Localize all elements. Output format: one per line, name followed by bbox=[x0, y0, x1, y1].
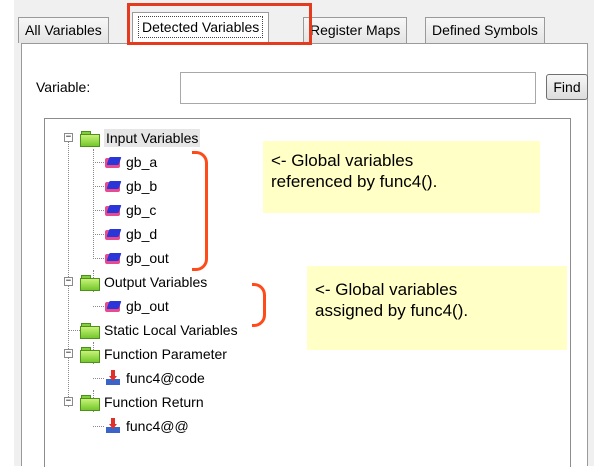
variable-icon bbox=[105, 299, 122, 313]
tree-item[interactable]: gb_c bbox=[105, 198, 156, 222]
tab-all-variables[interactable]: All Variables bbox=[18, 17, 109, 43]
variable-icon bbox=[105, 251, 122, 265]
input-branch-line bbox=[93, 149, 94, 259]
input-bracket bbox=[192, 151, 208, 271]
tree-node-label: Output Variables bbox=[104, 274, 208, 290]
variable-icon bbox=[105, 203, 122, 217]
tree-node-function-parameter[interactable]: Function Parameter bbox=[80, 342, 227, 366]
tree-node-input-variables[interactable]: Input Variables bbox=[80, 126, 201, 150]
tree-node-label: Input Variables bbox=[104, 129, 201, 147]
branch-h-line bbox=[93, 210, 104, 211]
variable-icon bbox=[105, 155, 122, 169]
tree-item[interactable]: gb_a bbox=[105, 150, 157, 174]
variable-label: Variable: bbox=[36, 79, 91, 95]
tab-detected-variables-label: Detected Variables bbox=[138, 16, 264, 38]
parameter-icon bbox=[105, 418, 121, 434]
variable-icon bbox=[105, 179, 122, 193]
collapse-icon[interactable]: − bbox=[64, 277, 73, 286]
tab-defined-symbols[interactable]: Defined Symbols bbox=[425, 17, 545, 43]
output-bracket bbox=[252, 283, 266, 327]
parameter-icon bbox=[105, 370, 121, 386]
variable-input[interactable] bbox=[180, 72, 536, 104]
detected-variables-panel: Variable: Find − Input Variables gb_a gb… bbox=[21, 43, 588, 467]
tree-item-label: gb_b bbox=[126, 178, 158, 194]
tree-item-label: func4@@ bbox=[126, 418, 189, 434]
tree-node-function-return[interactable]: Function Return bbox=[80, 390, 204, 414]
branch-h-line bbox=[93, 186, 104, 187]
tree-item[interactable]: gb_out bbox=[105, 246, 169, 270]
folder-icon bbox=[80, 274, 100, 291]
tree-item[interactable]: func4@@ bbox=[105, 414, 189, 438]
tree-item-label: func4@code bbox=[126, 370, 205, 386]
tree-item[interactable]: gb_d bbox=[105, 222, 157, 246]
folder-icon bbox=[80, 346, 100, 363]
tree-node-static-local-variables[interactable]: Static Local Variables bbox=[80, 318, 238, 342]
tree-node-label: Function Parameter bbox=[104, 346, 227, 362]
tree-item[interactable]: gb_out bbox=[105, 294, 169, 318]
tree-item-label: gb_out bbox=[126, 250, 169, 266]
branch-h-line bbox=[93, 426, 104, 427]
collapse-icon[interactable]: − bbox=[64, 133, 73, 142]
branch-h-line bbox=[68, 330, 80, 331]
find-button[interactable]: Find bbox=[546, 74, 588, 100]
tree-node-output-variables[interactable]: Output Variables bbox=[80, 270, 207, 294]
branch-h-line bbox=[93, 258, 104, 259]
branch-h-line bbox=[93, 162, 104, 163]
tree-node-label: Static Local Variables bbox=[104, 322, 238, 338]
tree-item[interactable]: func4@code bbox=[105, 366, 205, 390]
tree-item-label: gb_d bbox=[126, 226, 158, 242]
tree-item-label: gb_out bbox=[126, 298, 169, 314]
tree-node-label: Function Return bbox=[104, 394, 204, 410]
folder-icon bbox=[80, 130, 100, 147]
tree-item[interactable]: gb_b bbox=[105, 174, 157, 198]
tab-detected-variables[interactable]: Detected Variables bbox=[132, 12, 270, 44]
branch-h-line bbox=[93, 306, 104, 307]
tree-root-line bbox=[68, 137, 69, 407]
collapse-icon[interactable]: − bbox=[64, 349, 73, 358]
tab-register-maps[interactable]: Register Maps bbox=[303, 17, 408, 43]
folder-icon bbox=[80, 322, 100, 339]
output-variables-note: <- Global variables assigned by func4(). bbox=[307, 266, 567, 350]
variable-viewer-window: All Variables Detected Variables Registe… bbox=[14, 0, 594, 467]
input-variables-note: <- Global variables referenced by func4(… bbox=[263, 141, 540, 213]
variable-icon bbox=[105, 227, 122, 241]
branch-h-line bbox=[93, 378, 104, 379]
branch-h-line bbox=[93, 234, 104, 235]
folder-icon bbox=[80, 394, 100, 411]
tree-item-label: gb_c bbox=[126, 202, 157, 218]
collapse-icon[interactable]: − bbox=[64, 397, 73, 406]
tree-item-label: gb_a bbox=[126, 154, 158, 170]
